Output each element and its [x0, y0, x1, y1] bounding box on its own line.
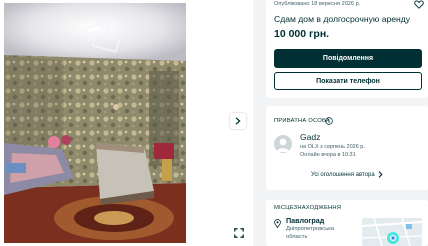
seller-name: Gadz — [300, 132, 321, 142]
published-date: Опубліковано 18 вересня 2026 р. — [274, 1, 361, 7]
location-city: Павлоград — [286, 216, 325, 225]
location-section-title: МІСЦЕЗНАХОДЖЕННЯ — [274, 205, 342, 211]
location-pin-icon — [274, 219, 281, 228]
chevron-right-icon — [235, 117, 241, 125]
avatar — [274, 135, 292, 153]
show-phone-button[interactable]: Показати телефон — [274, 72, 422, 90]
heart-icon[interactable] — [414, 0, 424, 9]
location-map[interactable] — [362, 218, 422, 246]
location-card: МІСЦЕЗНАХОДЖЕННЯ Павлоград Дніпропетровс… — [266, 200, 428, 246]
seller-section-title: ПРИВАТНА ОСОБА — [274, 118, 330, 124]
location-region: Дніпропетровська — [286, 226, 335, 232]
location-region-suffix: область — [286, 234, 308, 240]
info-icon[interactable] — [325, 117, 333, 125]
ad-price: 10 000 грн. — [274, 28, 330, 40]
photo-gallery — [0, 0, 253, 246]
all-seller-ads-link[interactable]: Усі оголошення автора — [311, 171, 383, 178]
listing-sidebar: Опубліковано 18 вересня 2026 р. Сдам дом… — [266, 0, 428, 246]
seller-since: на OLX з серпень 2026 р. — [300, 144, 365, 150]
ad-title: Сдам дом в долгосрочную аренду — [274, 14, 411, 24]
chevron-right-icon — [378, 171, 383, 178]
next-photo-button[interactable] — [230, 113, 246, 129]
seller-card: ПРИВАТНА ОСОБА Gadz на OLX з серпень 202… — [266, 106, 428, 190]
message-button[interactable]: Повідомлення — [274, 49, 422, 68]
listing-photo[interactable] — [4, 3, 186, 243]
all-ads-label: Усі оголошення автора — [311, 171, 375, 178]
expand-gallery-button[interactable] — [232, 226, 246, 240]
ad-summary-card: Опубліковано 18 вересня 2026 р. Сдам дом… — [266, 0, 428, 98]
expand-icon — [234, 228, 244, 238]
seller-last-online: Онлайн вчора в 10:31 — [300, 152, 356, 158]
